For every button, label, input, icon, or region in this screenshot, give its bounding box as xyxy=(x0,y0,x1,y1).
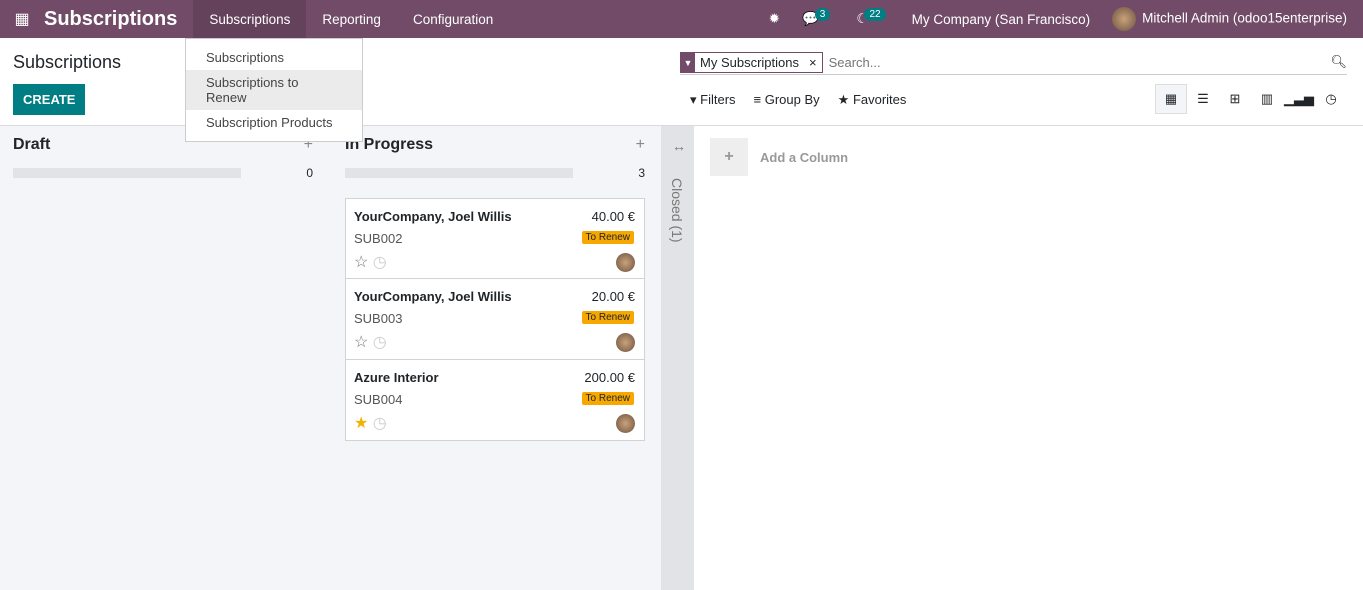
column-count: 3 xyxy=(638,166,645,180)
unfold-arrows-icon: ↔ xyxy=(672,138,686,154)
folded-column-closed[interactable]: ↔ Closed (1) xyxy=(661,126,694,590)
activity-clock-icon[interactable]: ◷ xyxy=(373,334,387,351)
favorites-label: Favorites xyxy=(852,92,907,107)
activity-view-icon[interactable]: ◷ xyxy=(1315,84,1347,114)
progress-bar xyxy=(13,168,241,178)
column-title: Draft xyxy=(13,136,51,153)
search-icon[interactable]: 🔍︎ xyxy=(1330,54,1347,70)
kanban-view-icon[interactable]: ▦ xyxy=(1155,84,1187,114)
avatar xyxy=(1112,7,1137,31)
dropdown-item-subscriptions-to-renew[interactable]: Subscriptions to Renew xyxy=(186,70,362,110)
page-title: Subscriptions xyxy=(13,52,122,72)
debug-bug-icon[interactable]: ✹ xyxy=(769,11,780,27)
kanban-card[interactable]: Azure Interior 200.00 € SUB004 To Renew … xyxy=(345,360,645,441)
group-by-button[interactable]: ≡ Group By xyxy=(754,92,820,108)
plus-icon: + xyxy=(710,138,748,176)
status-tag: To Renew xyxy=(581,231,634,244)
search-facet: ▼ My Subscriptions × xyxy=(680,51,823,73)
avatar xyxy=(616,333,635,352)
favorites-button[interactable]: ★ Favorites xyxy=(838,92,907,108)
menu-subscriptions[interactable]: Subscriptions xyxy=(193,0,307,38)
amount: 20.00 € xyxy=(591,289,635,304)
filter-icon: ▼ xyxy=(681,52,695,72)
messages-button[interactable]: 💬3 xyxy=(802,8,834,27)
avatar xyxy=(616,414,635,433)
status-tag: To Renew xyxy=(581,311,634,324)
app-name[interactable]: Subscriptions xyxy=(44,8,177,31)
star-icon[interactable]: ☆ xyxy=(354,254,368,271)
activity-clock-icon[interactable]: ◷ xyxy=(373,415,387,432)
remove-facet-icon[interactable]: × xyxy=(804,55,822,70)
facet-label: My Subscriptions xyxy=(700,54,799,70)
search-bar: ▼ My Subscriptions × 🔍︎ xyxy=(680,50,1347,75)
group-by-label: Group By xyxy=(764,92,820,107)
status-tag: To Renew xyxy=(581,392,634,405)
menu-configuration[interactable]: Configuration xyxy=(397,0,509,38)
dropdown-item-subscription-products[interactable]: Subscription Products xyxy=(186,110,362,135)
closed-column-label: Closed (1) xyxy=(669,178,685,243)
amount: 200.00 € xyxy=(584,370,635,385)
add-column-button[interactable]: + Add a Column xyxy=(710,138,848,176)
avatar xyxy=(616,253,635,272)
filters-label: Filters xyxy=(700,92,736,107)
pivot-view-icon[interactable]: ⊞ xyxy=(1219,84,1251,114)
filters-button[interactable]: ▾ Filters xyxy=(690,92,736,108)
column-in-progress: In Progress + 3 YourCompany, Joel Willis … xyxy=(345,126,645,441)
activity-clock-icon[interactable]: ◷ xyxy=(373,254,387,271)
column-count: 0 xyxy=(306,166,313,180)
user-name: Mitchell Admin (odoo15enterprise) xyxy=(1142,10,1347,26)
add-column-area: + Add a Column xyxy=(694,126,1363,590)
kanban-card[interactable]: YourCompany, Joel Willis 20.00 € SUB003 … xyxy=(345,279,645,360)
search-input[interactable] xyxy=(822,54,1331,70)
star-icon[interactable]: ☆ xyxy=(354,334,368,351)
activities-badge: 22 xyxy=(864,8,886,21)
top-navbar: ▦ Subscriptions Subscriptions Reporting … xyxy=(0,0,1363,38)
activities-button[interactable]: ☾22 xyxy=(856,8,889,27)
user-menu[interactable]: Mitchell Admin (odoo15enterprise) xyxy=(1112,7,1347,31)
graph-view-icon[interactable]: ▥ xyxy=(1251,84,1283,114)
add-column-label: Add a Column xyxy=(760,149,849,165)
apps-menu-icon[interactable]: ▦ xyxy=(0,9,44,29)
progress-bar xyxy=(345,168,573,178)
star-icon[interactable]: ★ xyxy=(354,415,368,432)
company-switcher[interactable]: My Company (San Francisco) xyxy=(912,12,1091,27)
amount: 40.00 € xyxy=(591,209,635,224)
subscriptions-dropdown: Subscriptions Subscriptions to Renew Sub… xyxy=(185,38,363,142)
messages-badge: 3 xyxy=(814,8,831,21)
create-button[interactable]: CREATE xyxy=(13,84,86,115)
dropdown-item-subscriptions[interactable]: Subscriptions xyxy=(186,45,362,70)
menu-reporting[interactable]: Reporting xyxy=(306,0,397,38)
cohort-view-icon[interactable]: ▁▃▅ xyxy=(1283,84,1315,114)
list-view-icon[interactable]: ☰ xyxy=(1187,84,1219,114)
add-card-plus-icon[interactable]: + xyxy=(636,136,645,154)
kanban-card[interactable]: YourCompany, Joel Willis 40.00 € SUB002 … xyxy=(345,198,645,279)
